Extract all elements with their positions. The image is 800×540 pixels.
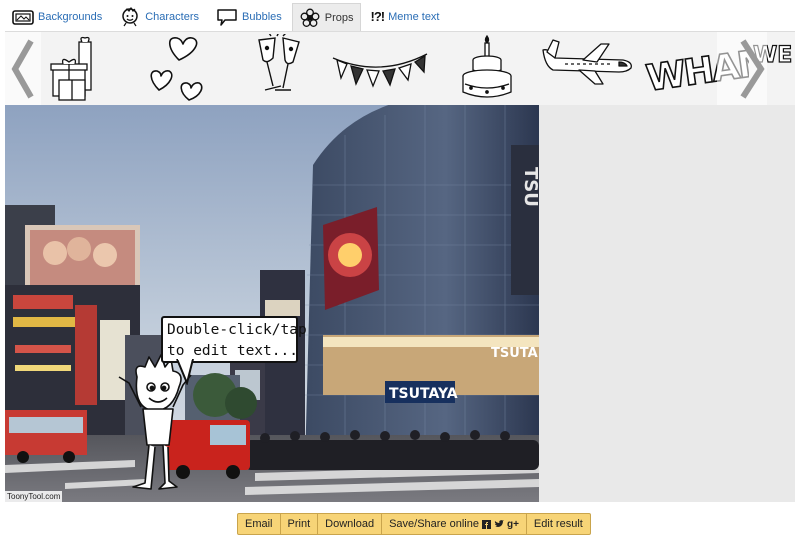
- action-bar: Email Print Download Save/Share online g…: [237, 513, 591, 535]
- champagne-glasses-prop[interactable]: [253, 34, 305, 104]
- facebook-icon: [481, 519, 491, 529]
- tab-meme-text[interactable]: !?! Meme text: [364, 3, 447, 29]
- character-icon: [122, 6, 138, 26]
- meme-text-icon: !?!: [370, 9, 386, 24]
- bubble-icon: [217, 8, 237, 26]
- download-button[interactable]: Download: [317, 513, 383, 535]
- google-plus-icon: g+: [506, 518, 519, 530]
- tab-props[interactable]: Props: [291, 3, 361, 31]
- flower-icon: [300, 8, 320, 27]
- tsutaya-sign: TSUTAYA: [389, 386, 458, 402]
- props-strip: WHAM! WE: [5, 31, 795, 106]
- comic-canvas[interactable]: TSU TSUTA TSUTAYA Double-click/tap to ed…: [5, 105, 539, 502]
- tab-characters[interactable]: Characters: [112, 3, 206, 29]
- chevron-right-icon: [740, 38, 765, 99]
- tab-bubbles[interactable]: Bubbles: [209, 3, 289, 29]
- gifts-prop[interactable]: [49, 34, 99, 104]
- bubble-tail: [176, 359, 194, 385]
- tab-label: Props: [324, 11, 354, 24]
- share-button[interactable]: Save/Share online g+: [381, 513, 527, 535]
- bunting-flags-prop[interactable]: [331, 34, 429, 94]
- share-label: Save/Share online: [389, 518, 479, 530]
- city-street-background: TSU TSUTA TSUTAYA: [5, 105, 539, 502]
- chevron-left-icon: [11, 39, 34, 98]
- tab-label: Characters: [145, 10, 200, 23]
- tab-label: Backgrounds: [38, 10, 103, 23]
- scroll-right-arrow[interactable]: [717, 32, 767, 105]
- scroll-left-arrow[interactable]: [5, 32, 41, 105]
- tab-backgrounds[interactable]: Backgrounds: [5, 3, 109, 29]
- background-icon: [12, 9, 34, 25]
- edit-result-button[interactable]: Edit result: [525, 513, 591, 535]
- print-button[interactable]: Print: [279, 513, 319, 535]
- birthday-cake-prop[interactable]: [457, 34, 517, 104]
- vertical-sign-text: TSU: [520, 167, 539, 207]
- bubble-line-1: Double-click/tap: [167, 322, 307, 338]
- side-panel: [539, 105, 795, 502]
- watermark: ToonyTool.com: [5, 491, 63, 502]
- tab-label: Meme text: [388, 10, 440, 23]
- tab-bar: Backgrounds Characters Bubbles Props !?!: [5, 3, 450, 31]
- speech-bubble[interactable]: Double-click/tap to edit text...: [161, 316, 307, 363]
- hearts-prop[interactable]: [145, 34, 209, 104]
- email-button[interactable]: Email: [237, 513, 281, 535]
- airplane-prop[interactable]: [539, 34, 635, 94]
- twitter-icon: [494, 519, 504, 527]
- tsutaya-top-sign: TSUTA: [491, 346, 538, 361]
- tab-label: Bubbles: [242, 10, 282, 23]
